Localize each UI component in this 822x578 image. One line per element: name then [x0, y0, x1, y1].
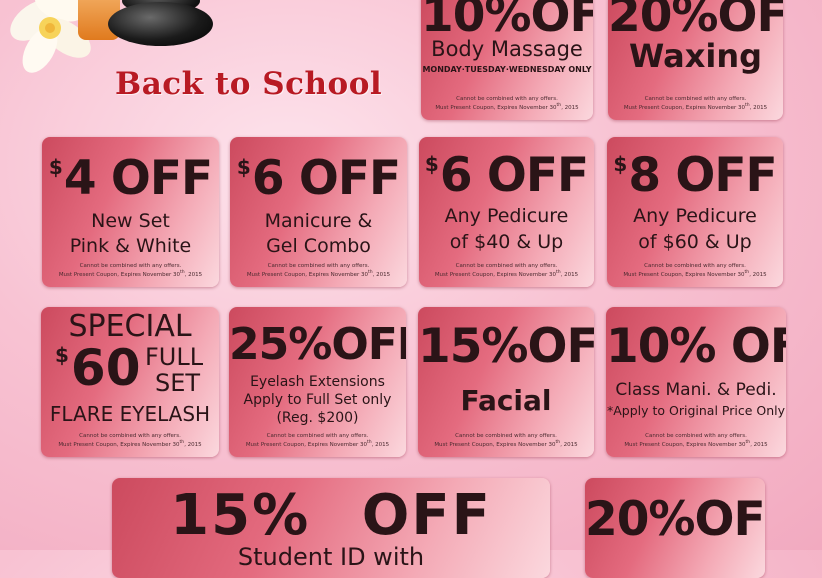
- coupon-class-mani-pedi[interactable]: 10% OFF Class Mani. & Pedi. *Apply to Or…: [606, 307, 786, 457]
- coupon-disclaimer: Cannot be combined with any offers. Must…: [58, 433, 202, 449]
- coupon-discount: 15% OFF: [170, 483, 492, 548]
- coupon-service-detail: of $40 & Up: [449, 231, 564, 253]
- coupon-student[interactable]: 15% OFF Student ID with: [112, 478, 550, 578]
- coupon-waxing[interactable]: 20%OFF Waxing Cannot be combined with an…: [608, 0, 783, 120]
- coupon-service-detail: Pink & White: [69, 235, 192, 257]
- coupon-special-eyelash[interactable]: SPECIAL $60 FULL SET FLARE EYELASH Canno…: [41, 307, 219, 457]
- coupon-disclaimer: Cannot be combined with any offers. Must…: [434, 433, 578, 449]
- coupon-new-set[interactable]: $4 OFF New Set Pink & White Cannot be co…: [42, 137, 219, 287]
- coupon-body-massage[interactable]: 10%OFF Body Massage MONDAY·TUESDAY·WEDNE…: [421, 0, 593, 120]
- coupon-discount: 10% OFF: [606, 319, 786, 374]
- coupon-condition: *Apply to Original Price Only: [606, 403, 786, 418]
- coupon-service: Body Massage: [431, 37, 583, 61]
- coupon-disclaimer: Cannot be combined with any offers. Must…: [58, 263, 203, 279]
- coupon-disclaimer: Cannot be combined with any offers. Must…: [245, 433, 390, 449]
- coupon-service: Waxing: [628, 37, 763, 75]
- coupon-days: MONDAY·TUESDAY·WEDNESDAY ONLY: [422, 65, 592, 74]
- coupon-discount: $4 OFF: [48, 151, 213, 206]
- coupon-disclaimer: Cannot be combined with any offers. Must…: [623, 263, 767, 279]
- coupon-disclaimer: Cannot be combined with any offers. Must…: [434, 263, 579, 279]
- coupon-regular-price: (Reg. $200): [276, 410, 359, 426]
- coupon-discount: $6 OFF: [424, 148, 589, 203]
- coupon-service: Facial: [460, 384, 552, 417]
- coupon-facial[interactable]: 15%OFF Facial Cannot be combined with an…: [418, 307, 594, 457]
- coupon-disclaimer: Cannot be combined with any offers. Must…: [246, 263, 391, 279]
- coupon-service: New Set: [91, 210, 170, 232]
- coupon-discount: 10%OFF: [421, 0, 593, 43]
- coupon-disclaimer: Cannot be combined with any offers. Must…: [435, 96, 579, 112]
- coupon-pedicure-40[interactable]: $6 OFF Any Pedicure of $40 & Up Cannot b…: [419, 137, 594, 287]
- coupon-discount: 20%OFF: [585, 492, 765, 547]
- coupon-discount: $60: [55, 339, 141, 397]
- coupon-service-detail: Apply to Full Set only: [243, 392, 392, 408]
- page-title: Back to School: [115, 66, 383, 102]
- coupon-service: Class Mani. & Pedi.: [615, 380, 777, 400]
- coupon-service: Manicure &: [264, 210, 373, 232]
- coupon-set-label: SET: [155, 369, 201, 397]
- coupon-service-detail: of $60 & Up: [638, 231, 752, 253]
- coupon-discount: 15%OFF: [418, 319, 594, 374]
- hot-stone-icon: [108, 2, 213, 46]
- coupon-pedicure-60[interactable]: $8 OFF Any Pedicure of $60 & Up Cannot b…: [607, 137, 783, 287]
- coupon-eyelash-extensions[interactable]: 25%OFF Eyelash Extensions Apply to Full …: [229, 307, 406, 457]
- coupon-discount: 20%OFF: [608, 0, 783, 43]
- coupon-disclaimer: Cannot be combined with any offers. Must…: [623, 96, 768, 112]
- coupon-discount: 25%OFF: [229, 319, 406, 370]
- coupon-disclaimer: Cannot be combined with any offers. Must…: [624, 433, 768, 449]
- coupon-service-detail: Gel Combo: [266, 235, 371, 257]
- coupon-service: Any Pedicure: [444, 205, 569, 227]
- coupon-full-label: FULL: [145, 343, 204, 371]
- coupon-service: FLARE EYELASH: [49, 402, 211, 426]
- coupon-discount: $6 OFF: [236, 151, 401, 206]
- coupon-service: Student ID with: [237, 543, 425, 571]
- coupon-discount: $8 OFF: [613, 148, 777, 203]
- coupon-service: Eyelash Extensions: [250, 374, 385, 390]
- coupon-service: Any Pedicure: [633, 205, 757, 227]
- coupon-manicure-gel[interactable]: $6 OFF Manicure & Gel Combo Cannot be co…: [230, 137, 407, 287]
- coupon-bottom-right[interactable]: 20%OFF: [585, 478, 765, 578]
